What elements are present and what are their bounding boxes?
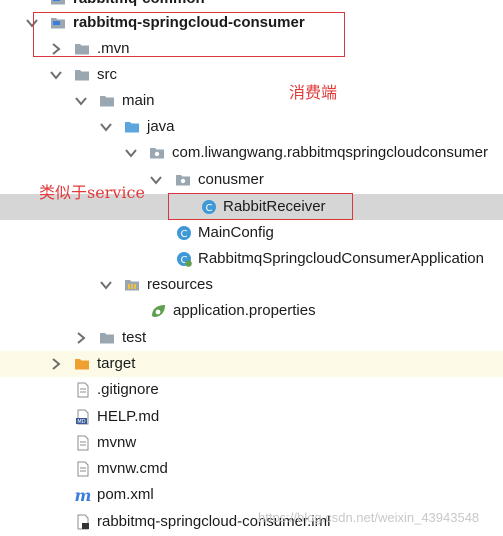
folder-icon <box>99 330 115 346</box>
tree-row-label: MainConfig <box>198 224 274 241</box>
annotation-box-project <box>33 12 345 57</box>
tree-row-help[interactable]: MD HELP.md <box>0 404 503 430</box>
tree-row-label: mvnw <box>97 434 137 451</box>
excluded-folder-icon <box>74 356 90 372</box>
tree-row-label: mvnw.cmd <box>97 460 168 477</box>
folder-icon <box>74 67 90 83</box>
chevron-right-icon[interactable] <box>48 356 64 372</box>
markdown-file-icon: MD <box>75 409 91 425</box>
tree-row-properties[interactable]: application.properties <box>0 298 503 324</box>
tree-row-label: RabbitmqSpringcloudConsumerApplication <box>198 250 484 267</box>
watermark: https://blog.csdn.net/weixin_43943548 <box>258 510 480 525</box>
package-icon <box>149 145 165 161</box>
tree-row-label: .gitignore <box>97 381 159 398</box>
svg-text:MD: MD <box>77 419 85 425</box>
tree-row-test[interactable]: test <box>0 325 503 351</box>
tree-row-label: application.properties <box>173 302 316 319</box>
tree-row-src[interactable]: src <box>0 62 503 88</box>
module-folder-icon <box>50 0 66 7</box>
tree-row-label: pom.xml <box>97 486 154 503</box>
tree-row-label: conusmer <box>198 171 264 188</box>
tree-row-resources[interactable]: resources <box>0 272 503 298</box>
tree-row-label: target <box>97 355 136 372</box>
tree-row-label: HELP.md <box>97 408 160 425</box>
annotation-service-note: 类似于service <box>39 183 145 202</box>
tree-row-main[interactable]: main <box>0 88 503 114</box>
tree-row-label: test <box>122 329 147 346</box>
svg-text:m: m <box>75 487 91 503</box>
tree-row-application[interactable]: C RabbitmqSpringcloudConsumerApplication <box>0 246 503 272</box>
text-file-icon <box>75 435 91 451</box>
tree-row-java[interactable]: java <box>0 114 503 140</box>
folder-icon <box>99 93 115 109</box>
spring-boot-class-icon: C <box>176 251 192 267</box>
chevron-down-icon[interactable] <box>48 67 64 83</box>
tree-row-target[interactable]: target <box>0 351 503 377</box>
chevron-down-icon[interactable] <box>98 277 114 293</box>
chevron-down-icon[interactable] <box>123 145 139 161</box>
chevron-right-icon[interactable] <box>73 330 89 346</box>
tree-row-mainconfig[interactable]: C MainConfig <box>0 220 503 246</box>
resources-folder-icon <box>124 277 140 293</box>
svg-text:C: C <box>181 229 188 240</box>
tree-row-mvnw-cmd[interactable]: mvnw.cmd <box>0 456 503 482</box>
iml-module-icon <box>75 514 91 530</box>
text-file-icon <box>75 382 91 398</box>
tree-row-gitignore[interactable]: .gitignore <box>0 377 503 403</box>
spring-properties-icon <box>150 303 166 319</box>
annotation-box-receiver <box>168 193 353 220</box>
tree-row-package[interactable]: com.liwangwang.rabbitmqspringcloudconsum… <box>0 140 503 166</box>
tree-row-label: java <box>147 118 175 135</box>
tree-row-label: main <box>122 92 155 109</box>
tree-row-pom[interactable]: m pom.xml <box>0 482 503 508</box>
package-icon <box>175 172 191 188</box>
annotation-consumer-note: 消费端 <box>289 83 338 102</box>
text-file-icon <box>75 461 91 477</box>
maven-pom-icon: m <box>75 487 91 503</box>
class-icon: C <box>176 225 192 241</box>
tree-row-mvnw[interactable]: mvnw <box>0 430 503 456</box>
chevron-down-icon[interactable] <box>98 119 114 135</box>
tree-row-label: resources <box>147 276 213 293</box>
chevron-down-icon[interactable] <box>73 93 89 109</box>
source-folder-icon <box>124 119 140 135</box>
chevron-down-icon[interactable] <box>148 172 164 188</box>
tree-row-label: src <box>97 66 117 83</box>
tree-row-label: com.liwangwang.rabbitmqspringcloudconsum… <box>172 144 488 161</box>
